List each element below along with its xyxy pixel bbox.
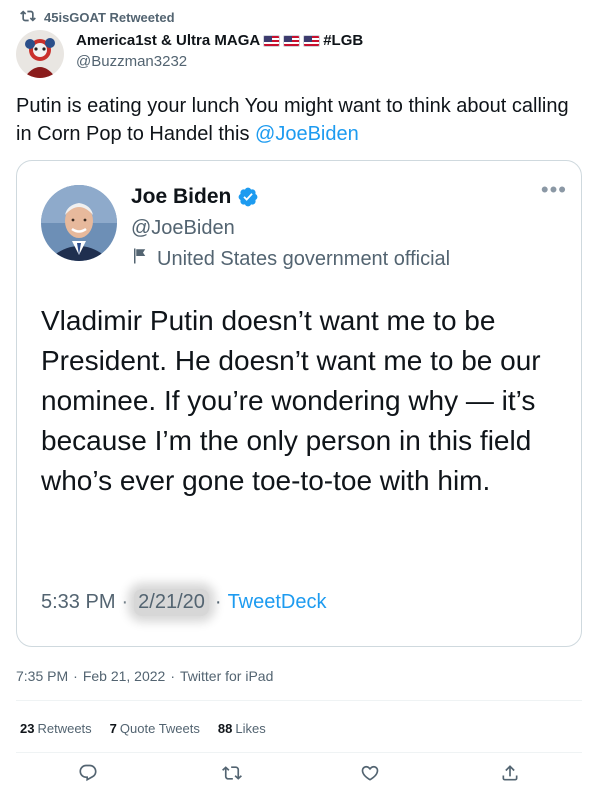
retweet-header: 45isGOAT Retweeted [20, 8, 175, 27]
retweet-icon [20, 8, 36, 27]
quoted-author-handle[interactable]: @JoeBiden [131, 217, 235, 240]
retweets-count: 23 [20, 721, 35, 736]
likes-count: 88 [217, 721, 233, 736]
more-dots-icon[interactable]: ••• [541, 179, 567, 201]
likes-label: Likes [235, 721, 266, 736]
divider [16, 700, 582, 701]
meta-separator: · [73, 668, 78, 684]
retweet-header-label[interactable]: 45isGOAT Retweeted [44, 10, 175, 25]
likes-stat[interactable]: 88 Likes [218, 721, 266, 736]
retweets-stat[interactable]: 23 Retweets [20, 721, 92, 736]
tweet-date[interactable]: Feb 21, 2022 [83, 668, 166, 684]
author-name-suffix: #LGB [323, 32, 364, 49]
us-flag-icon [283, 34, 301, 47]
meta-separator: · [121, 591, 129, 613]
reply-icon[interactable] [78, 763, 100, 785]
tweet-header: America1st & Ultra MAGA #LGB @Buzzman323… [16, 30, 363, 78]
quote-tweets-stat[interactable]: 7 Quote Tweets [110, 721, 200, 736]
quoted-tweet-time: 5:33 PM [41, 591, 116, 613]
retweets-label: Retweets [37, 721, 92, 736]
quoted-tweet-text: Vladimir Putin doesn’t want me to be Pre… [41, 305, 541, 496]
government-label[interactable]: United States government official [131, 247, 450, 271]
like-icon[interactable] [360, 763, 382, 785]
quoted-author-name[interactable]: Joe Biden [131, 185, 259, 209]
verified-badge-icon [237, 186, 259, 208]
meta-separator: · [170, 668, 175, 684]
author-display-name[interactable]: America1st & Ultra MAGA #LGB [76, 32, 363, 49]
tweet-mention-link[interactable]: @JoeBiden [255, 123, 359, 145]
tweet-text: Putin is eating your lunch You might wan… [16, 92, 582, 148]
us-flag-icon [303, 34, 321, 47]
share-icon[interactable] [500, 763, 522, 785]
quoted-tweet-card[interactable]: Joe Biden @JoeBiden United States govern… [16, 160, 582, 647]
quote-tweets-count: 7 [109, 721, 117, 736]
retweet-icon[interactable] [222, 763, 244, 785]
meta-separator: · [214, 591, 222, 613]
author-name-text: America1st & Ultra MAGA [76, 32, 261, 49]
quoted-tweet-meta: 5:33 PM · 2/21/20 · TweetDeck [41, 589, 327, 616]
quoted-author-avatar[interactable] [41, 185, 117, 261]
tweet-stats: 23 Retweets 7 Quote Tweets 88 Likes [20, 721, 266, 736]
divider [16, 752, 582, 753]
action-bar [0, 763, 598, 793]
quoted-author-name-text: Joe Biden [131, 185, 232, 208]
tweet-meta: 7:35 PM · Feb 21, 2022 · Twitter for iPa… [16, 668, 273, 684]
flag-icon [131, 247, 149, 271]
quoted-tweet-date: 2/21/20 [134, 589, 209, 616]
author-handle[interactable]: @Buzzman3232 [76, 53, 363, 70]
government-label-text: United States government official [157, 247, 451, 270]
quote-tweets-label: Quote Tweets [119, 721, 200, 736]
us-flag-icon [263, 34, 281, 47]
tweet-source[interactable]: Twitter for iPad [180, 668, 273, 684]
tweet-time[interactable]: 7:35 PM [16, 668, 68, 684]
author-avatar[interactable] [16, 30, 64, 78]
quoted-tweet-source-link[interactable]: TweetDeck [228, 591, 327, 614]
